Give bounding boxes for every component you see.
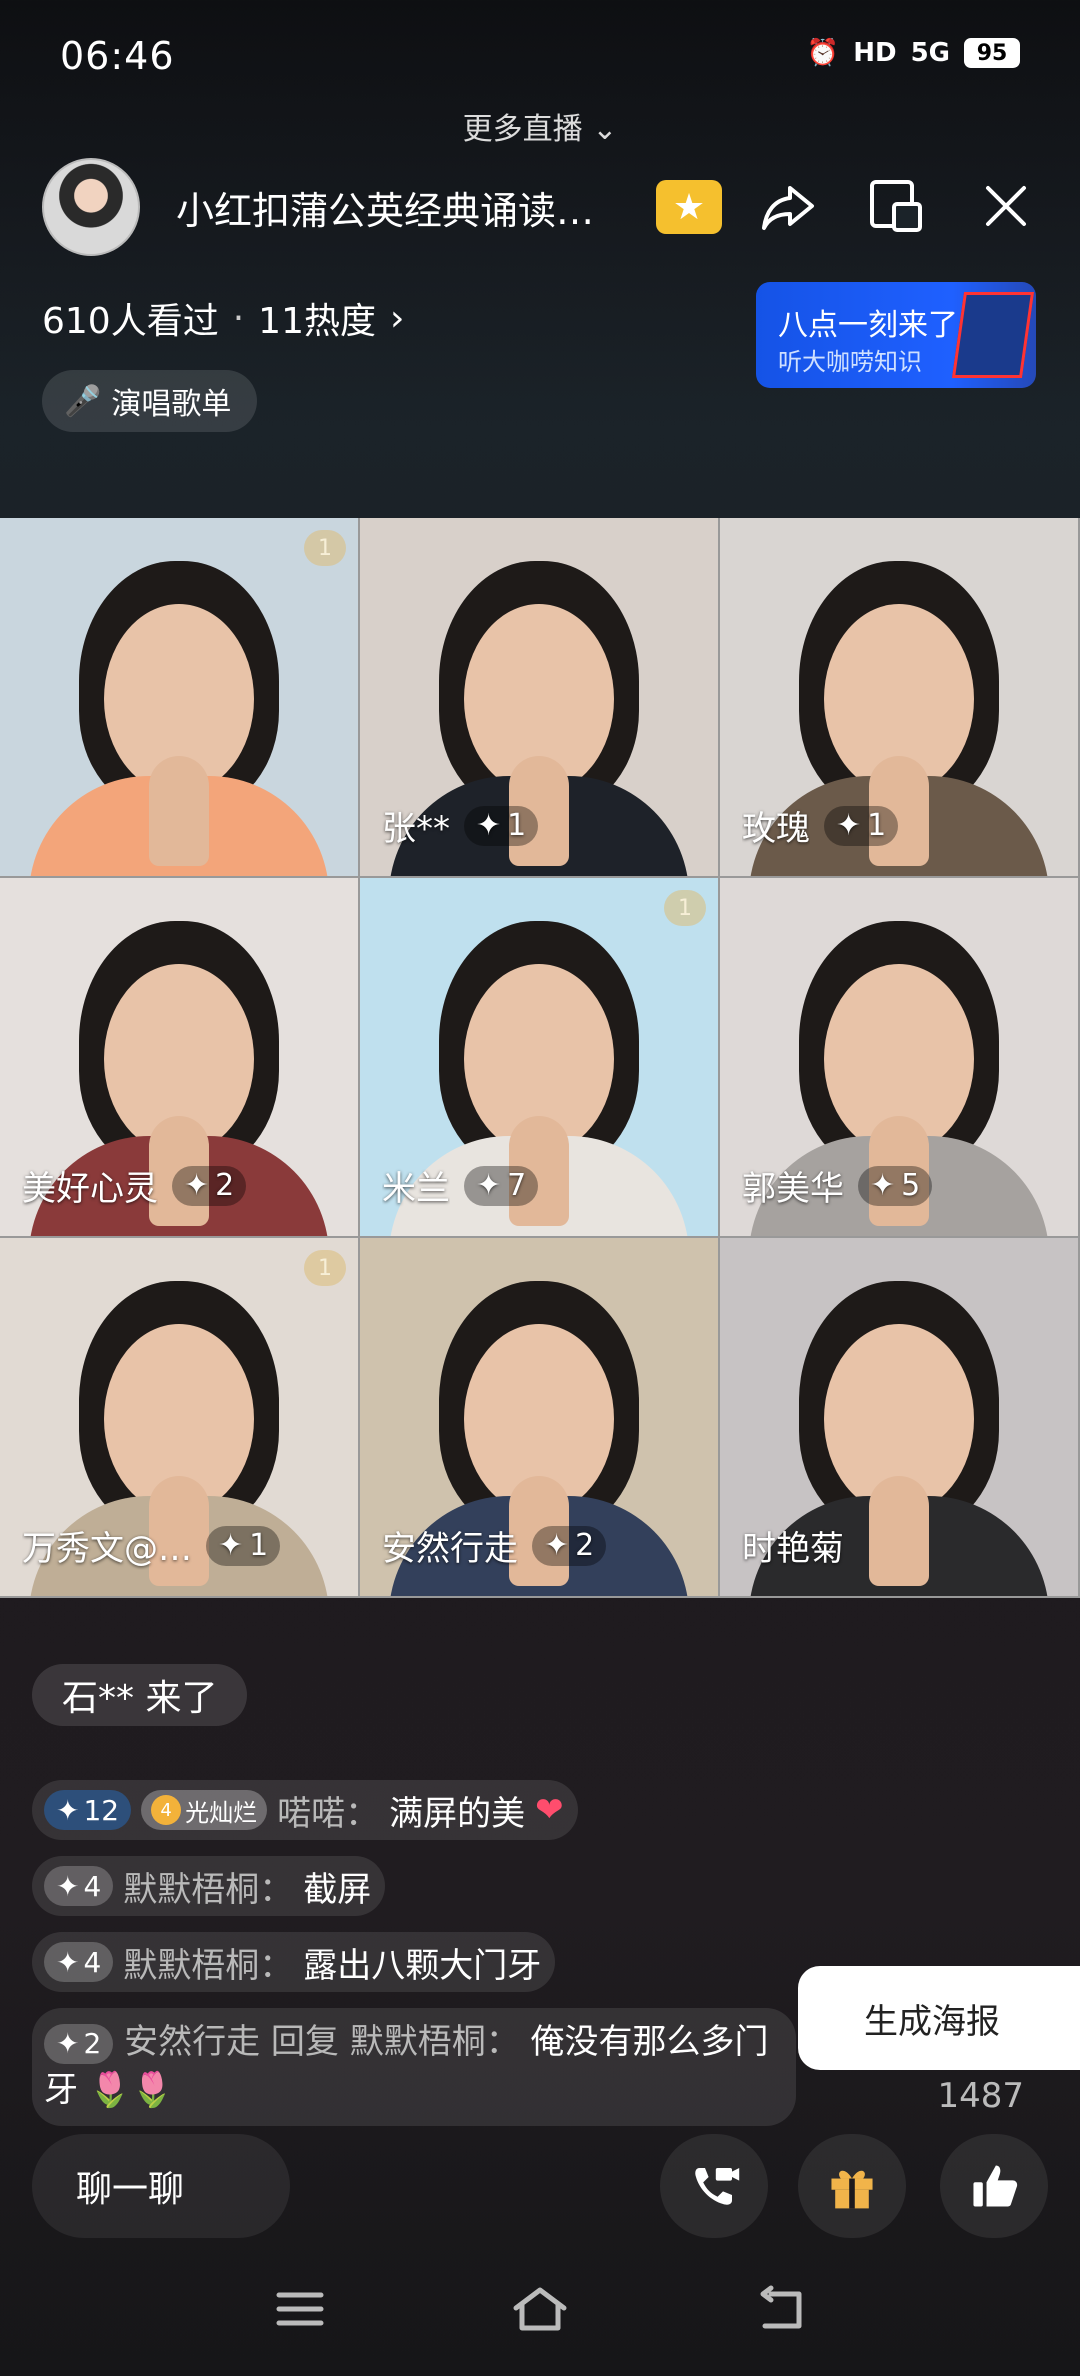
chat-text: 截屏 bbox=[303, 1869, 372, 1910]
join-notice: 石** 来了 bbox=[32, 1664, 248, 1726]
song-list-button[interactable]: 🎤 演唱歌单 bbox=[42, 370, 258, 432]
nav-menu-icon[interactable] bbox=[270, 2284, 330, 2334]
battery-icon: 95 bbox=[964, 38, 1020, 68]
heat-value: 11热度 bbox=[258, 301, 376, 342]
video-tile[interactable]: 1 bbox=[0, 518, 358, 876]
gift-icon bbox=[831, 2170, 873, 2209]
screen-icon[interactable] bbox=[866, 176, 926, 236]
promo-banner[interactable]: 八点一刻来了 听大咖唠知识 bbox=[756, 282, 1036, 388]
video-call-button[interactable] bbox=[660, 2134, 768, 2238]
chevron-right-icon: › bbox=[389, 297, 405, 339]
guest-level: ✦ 7 bbox=[464, 1165, 539, 1206]
like-button[interactable] bbox=[940, 2134, 1048, 2238]
guest-name: 美好心灵 bbox=[22, 1169, 158, 1209]
guest-level: ✦ 2 bbox=[172, 1165, 247, 1206]
seat-number: 1 bbox=[304, 1250, 346, 1286]
video-tile[interactable]: 郭美华 ✦ 5 bbox=[720, 878, 1078, 1236]
video-tile[interactable]: 美好心灵 ✦ 2 bbox=[0, 878, 358, 1236]
chat-message[interactable]: ✦ 12 4 光灿烂 喏喏： 满屏的美 ❤ bbox=[32, 1780, 578, 1840]
guest-name: 张** bbox=[382, 809, 450, 849]
guest-name: 米兰 bbox=[382, 1169, 450, 1209]
sparkle-icon: ✦ bbox=[184, 1168, 210, 1203]
guest-name: 玫瑰 bbox=[742, 809, 810, 849]
guest-name: 安然行走 bbox=[382, 1529, 518, 1569]
more-live-chevron-icon: ⌄ bbox=[592, 112, 618, 147]
tulip-icon: 🌷 bbox=[131, 2070, 174, 2110]
status-time: 06:46 bbox=[60, 34, 175, 78]
user-level-badge: ✦ 4 bbox=[44, 1942, 114, 1982]
chat-username[interactable]: 安然行走 回复 默默梧桐： bbox=[124, 2022, 520, 2062]
chat-input[interactable]: 聊一聊 bbox=[32, 2134, 290, 2238]
generate-poster-button[interactable]: 生成海报 bbox=[798, 1966, 1080, 2070]
like-count: 1487 bbox=[937, 2076, 1024, 2116]
stats-separator: · bbox=[232, 297, 245, 339]
fan-badge: 4 光灿烂 bbox=[141, 1790, 268, 1830]
user-level-badge: ✦ 4 bbox=[44, 1866, 114, 1906]
user-level-badge: ✦ 12 bbox=[44, 1790, 132, 1830]
seat-number: 1 bbox=[304, 530, 346, 566]
chat-text: 满屏的美 bbox=[389, 1793, 526, 1834]
sparkle-icon: ✦ bbox=[476, 808, 502, 843]
sparkle-icon: ✦ bbox=[476, 1168, 502, 1203]
song-list-label: 演唱歌单 bbox=[111, 387, 232, 422]
status-icons: ⏰ HD 5G 95 bbox=[807, 38, 1020, 68]
share-icon[interactable] bbox=[758, 176, 818, 236]
chat-message[interactable]: ✦ 4 默默梧桐： 露出八颗大门牙 bbox=[32, 1932, 556, 1992]
user-level-badge: ✦ 2 bbox=[44, 2024, 114, 2064]
guest-level: ✦ 2 bbox=[532, 1525, 607, 1566]
chat-username[interactable]: 默默梧桐： bbox=[123, 1938, 293, 1987]
sparkle-icon: ✦ bbox=[56, 1945, 80, 1979]
heart-icon: ❤ bbox=[535, 1790, 564, 1830]
chat-username[interactable]: 喏喏： bbox=[277, 1786, 379, 1835]
sparkle-icon: ✦ bbox=[544, 1528, 570, 1563]
video-tile[interactable]: 1 万秀文@… ✦ 1 bbox=[0, 1238, 358, 1596]
seat-number: 1 bbox=[664, 890, 706, 926]
nav-back-icon[interactable] bbox=[750, 2284, 810, 2334]
video-grid: 1 张** ✦ 1 玫瑰 ✦ 1 美好心灵 ✦ 2 1 米兰 ✦ 7 郭美华 ✦ 5 1 万秀文@…… bbox=[0, 518, 1080, 1598]
guest-level: ✦ 1 bbox=[824, 805, 899, 846]
chat-text: 露出八颗大门牙 bbox=[303, 1945, 542, 1986]
sparkle-icon: ✦ bbox=[836, 808, 862, 843]
guest-name: 郭美华 bbox=[742, 1169, 844, 1209]
sparkle-icon: ✦ bbox=[870, 1168, 896, 1203]
viewer-count: 610人看过 bbox=[42, 301, 219, 342]
video-tile[interactable]: 1 米兰 ✦ 7 bbox=[360, 878, 718, 1236]
sparkle-icon: ✦ bbox=[56, 1793, 80, 1827]
more-live-label: 更多直播 bbox=[462, 112, 583, 147]
viewer-stats[interactable]: 610人看过 · 11热度 › bbox=[42, 292, 404, 344]
hd-icon: HD bbox=[853, 38, 897, 68]
chat-username[interactable]: 默默梧桐： bbox=[123, 1862, 293, 1911]
guest-level: ✦ 5 bbox=[858, 1165, 933, 1206]
room-title[interactable]: 小红扣蒲公英经典诵读… bbox=[176, 180, 636, 235]
alarm-icon: ⏰ bbox=[806, 38, 840, 68]
chat-message[interactable]: ✦ 4 默默梧桐： 截屏 bbox=[32, 1856, 386, 1916]
promo-subtitle: 听大咖唠知识 bbox=[778, 348, 922, 376]
video-call-icon bbox=[695, 2168, 740, 2205]
video-tile[interactable]: 安然行走 ✦ 2 bbox=[360, 1238, 718, 1596]
sparkle-icon: ✦ bbox=[56, 1869, 80, 1903]
more-live-link[interactable]: 更多直播 ⌄ bbox=[0, 104, 1080, 148]
thumbs-up-icon bbox=[973, 2165, 1018, 2207]
guest-name: 时艳菊 bbox=[742, 1529, 844, 1569]
video-tile[interactable]: 时艳菊 bbox=[720, 1238, 1078, 1596]
guest-name: 万秀文@… bbox=[22, 1529, 192, 1569]
sparkle-icon: ✦ bbox=[56, 2027, 80, 2060]
promo-title: 八点一刻来了 bbox=[778, 308, 958, 343]
star-badge-icon[interactable]: ★ bbox=[656, 180, 722, 234]
tulip-icon: 🌷 bbox=[88, 2070, 132, 2110]
video-tile[interactable]: 玫瑰 ✦ 1 bbox=[720, 518, 1078, 876]
gift-button[interactable] bbox=[798, 2134, 906, 2238]
microphone-icon: 🎤 bbox=[64, 383, 102, 419]
signal-icon: 5G bbox=[910, 38, 950, 68]
nav-home-icon[interactable] bbox=[510, 2284, 570, 2334]
chat-message[interactable]: ✦ 2 安然行走 回复 默默梧桐： 俺没有那么多门牙 🌷🌷 bbox=[32, 2008, 796, 2126]
close-icon[interactable] bbox=[978, 178, 1034, 234]
guest-level: ✦ 1 bbox=[206, 1525, 281, 1566]
guest-level: ✦ 1 bbox=[464, 805, 539, 846]
video-tile[interactable]: 张** ✦ 1 bbox=[360, 518, 718, 876]
host-avatar[interactable] bbox=[42, 158, 140, 256]
sparkle-icon: ✦ bbox=[218, 1528, 244, 1563]
promo-art-icon bbox=[951, 292, 1035, 378]
